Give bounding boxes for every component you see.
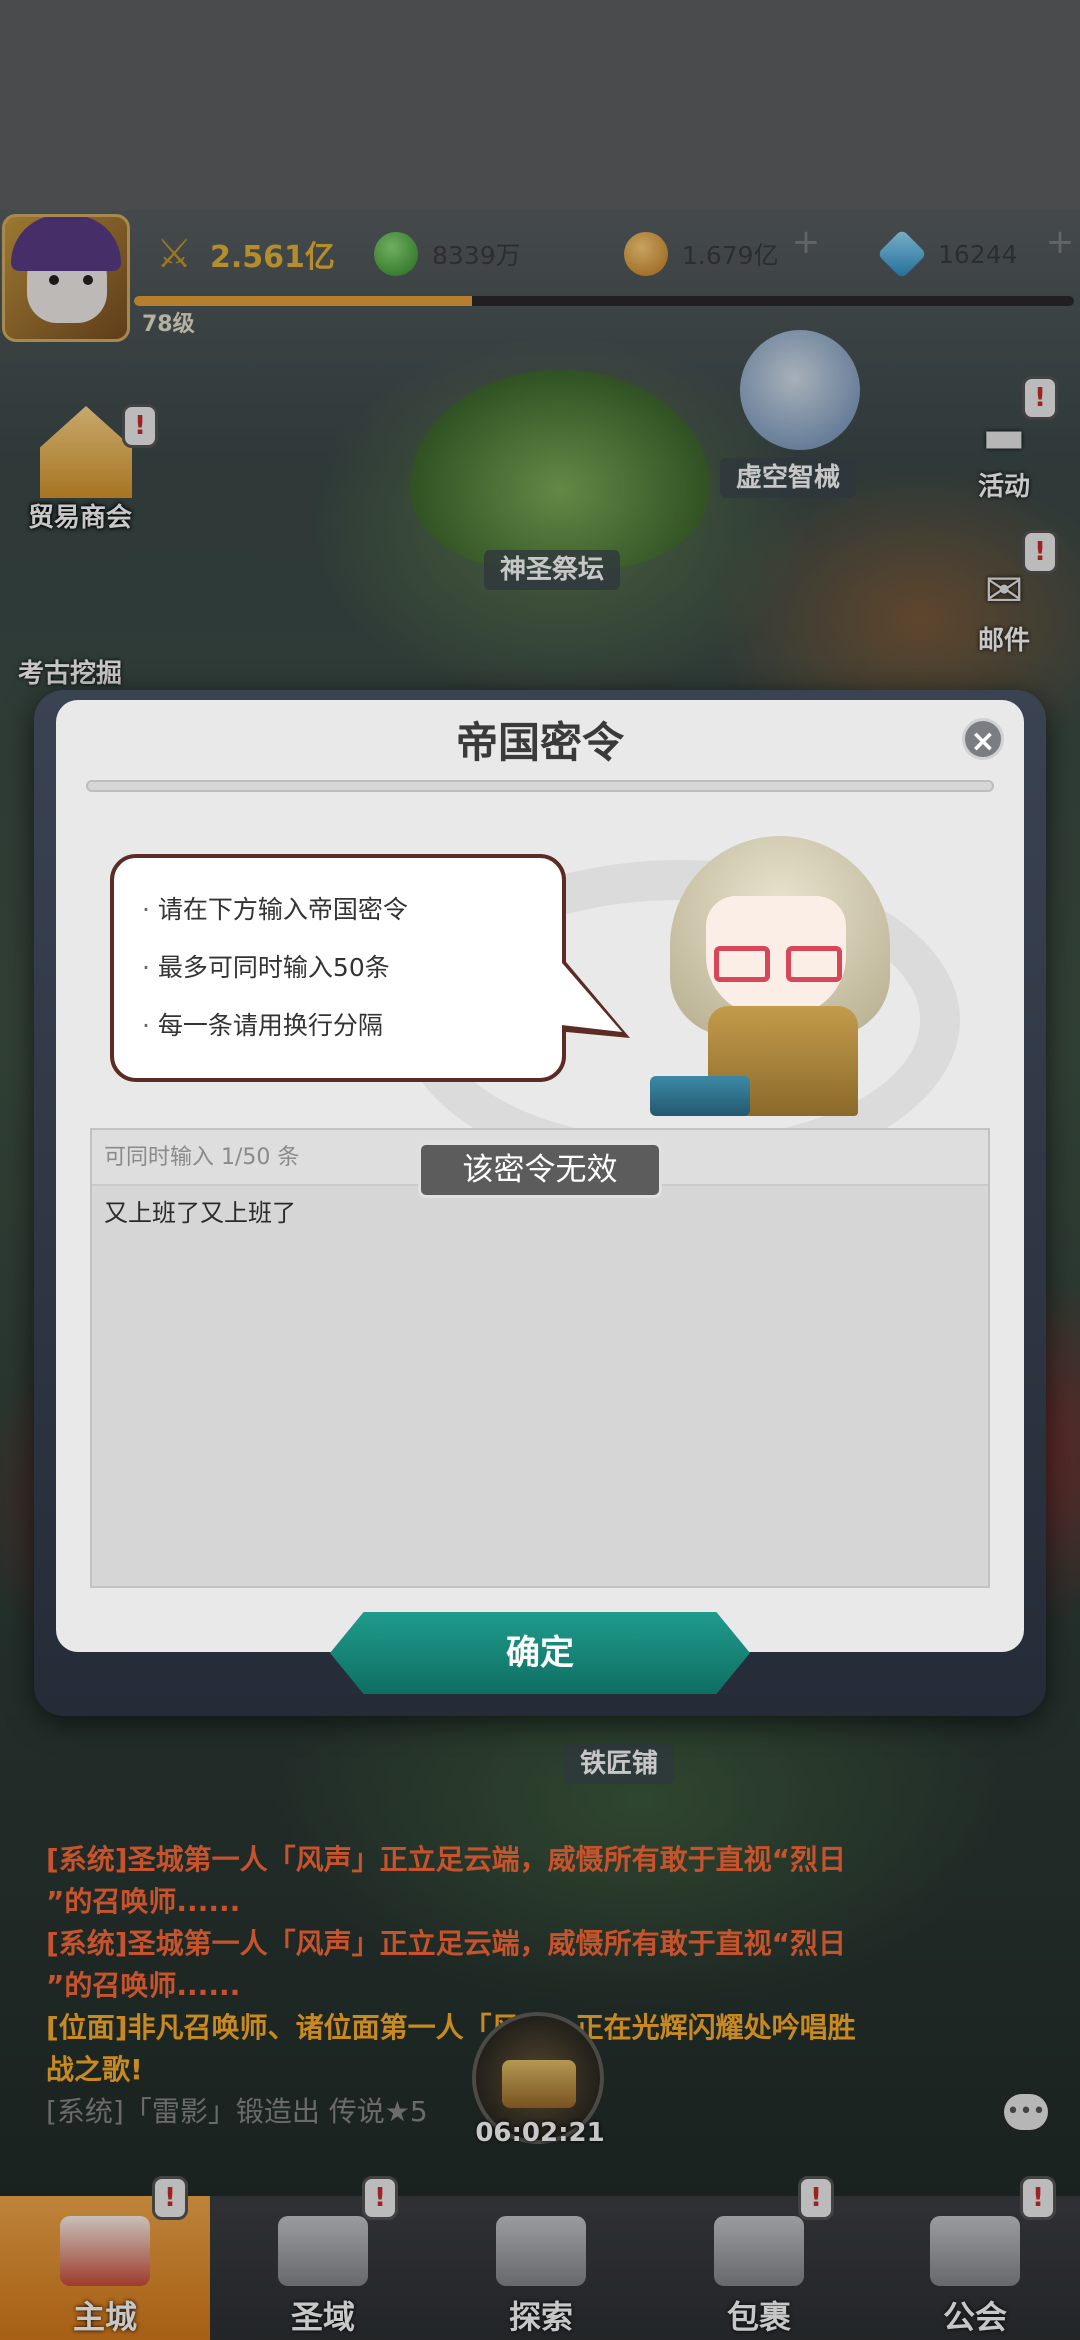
title-divider — [86, 780, 994, 792]
instruction-line: 最多可同时输入50条 — [142, 948, 390, 988]
instruction-line: 请在下方输入帝国密令 — [142, 890, 408, 930]
close-button[interactable]: × — [962, 718, 1004, 760]
input-counter: 可同时输入 1/50 条 — [104, 1145, 300, 1170]
dialog-title: 帝国密令 — [455, 718, 624, 767]
code-textarea[interactable]: 又上班了又上班了 — [104, 1194, 964, 1232]
confirm-button-label[interactable]: 确定 — [330, 1612, 750, 1694]
instruction-line: 每一条请用换行分隔 — [142, 1006, 383, 1046]
advisor-character — [650, 836, 910, 1126]
invalid-code-toast: 该密令无效 — [418, 1142, 662, 1198]
